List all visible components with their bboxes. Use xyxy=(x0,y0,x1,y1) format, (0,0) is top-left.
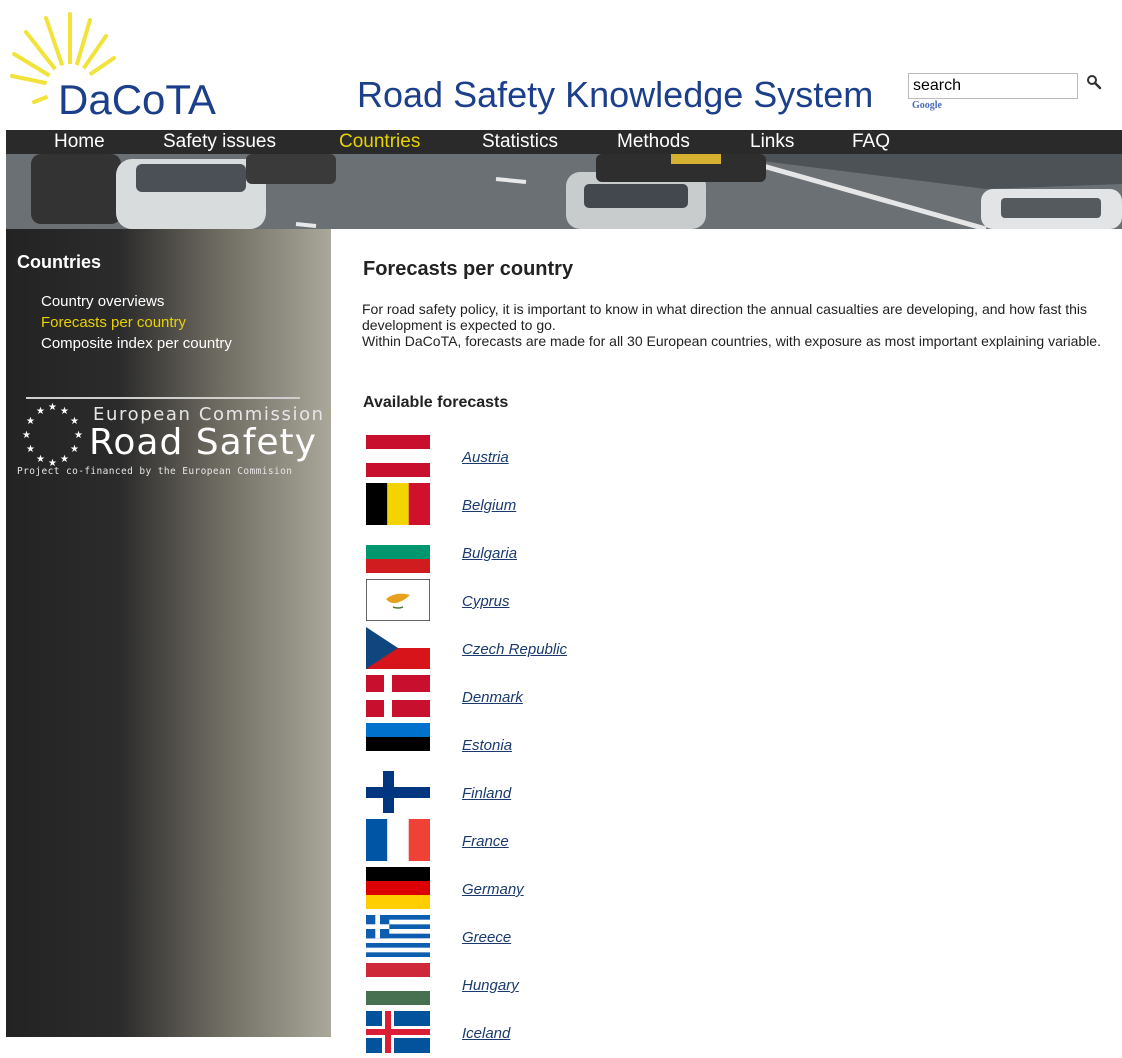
finland-flag-icon[interactable] xyxy=(366,771,430,813)
logo-divider xyxy=(26,397,300,399)
logo-text: DaCoTA xyxy=(58,76,216,123)
list-item: Estonia xyxy=(366,722,766,770)
ec-line2: Road Safety xyxy=(89,422,317,463)
list-item: Greece xyxy=(366,914,766,962)
sidebar: Countries Country overviews Forecasts pe… xyxy=(6,229,331,1037)
country-link-france[interactable]: France xyxy=(462,833,509,850)
list-item: Bulgaria xyxy=(366,530,766,578)
svg-text:★: ★ xyxy=(26,444,35,455)
estonia-flag-icon[interactable] xyxy=(366,723,430,765)
greece-flag-icon[interactable] xyxy=(366,915,430,957)
cyprus-flag-icon[interactable] xyxy=(366,579,430,621)
country-link-greece[interactable]: Greece xyxy=(462,929,511,946)
svg-text:★: ★ xyxy=(70,416,79,427)
ec-road-safety-logo[interactable]: ★ ★ ★ ★ ★ ★ ★ ★ ★ ★ ★ ★ European Commission Roa… xyxy=(16,394,323,484)
nav-safety-issues[interactable]: Safety issues xyxy=(163,131,276,153)
nav-statistics[interactable]: Statistics xyxy=(482,131,558,153)
list-item: Iceland xyxy=(366,1010,766,1058)
list-item: Austria xyxy=(366,434,766,482)
list-item: Finland xyxy=(366,770,766,818)
eu-stars-icon: ★ ★ ★ ★ ★ ★ ★ ★ ★ ★ ★ ★ xyxy=(22,402,83,466)
country-link-denmark[interactable]: Denmark xyxy=(462,689,523,706)
ec-line3: Project co-financed by the European Comm… xyxy=(17,466,293,477)
dacota-logo[interactable]: DaCoTA xyxy=(10,10,240,123)
nav-home[interactable]: Home xyxy=(54,131,105,153)
country-link-cyprus[interactable]: Cyprus xyxy=(462,593,510,610)
list-item: Hungary xyxy=(366,962,766,1010)
intro-paragraph-2: Within DaCoTA, forecasts are made for al… xyxy=(362,333,1101,349)
country-link-finland[interactable]: Finland xyxy=(462,785,511,802)
country-link-bulgaria[interactable]: Bulgaria xyxy=(462,545,517,562)
belgium-flag-icon[interactable] xyxy=(366,483,430,525)
svg-text:★: ★ xyxy=(70,444,79,455)
germany-flag-icon[interactable] xyxy=(366,867,430,909)
country-link-austria[interactable]: Austria xyxy=(462,449,509,466)
list-item: Czech Republic xyxy=(366,626,766,674)
search-input[interactable] xyxy=(908,73,1078,99)
svg-text:★: ★ xyxy=(60,406,69,417)
banner-image xyxy=(6,154,1122,229)
nav-faq[interactable]: FAQ xyxy=(852,131,890,153)
country-link-germany[interactable]: Germany xyxy=(462,881,524,898)
list-item: Denmark xyxy=(366,674,766,722)
country-link-hungary[interactable]: Hungary xyxy=(462,977,519,994)
site-title: Road Safety Knowledge System xyxy=(357,74,874,115)
search-icon[interactable] xyxy=(1086,74,1102,90)
svg-text:★: ★ xyxy=(74,430,83,441)
svg-text:★: ★ xyxy=(22,430,31,441)
sidebar-link-composite-index[interactable]: Composite index per country xyxy=(41,335,232,352)
available-forecasts-heading: Available forecasts xyxy=(363,394,509,411)
nav-links[interactable]: Links xyxy=(750,131,794,153)
country-link-estonia[interactable]: Estonia xyxy=(462,737,512,754)
country-list: Austria Belgium Bulgaria Cyprus Czech Re… xyxy=(366,434,766,1058)
svg-text:★: ★ xyxy=(48,402,57,413)
country-link-czech-republic[interactable]: Czech Republic xyxy=(462,641,567,658)
page-title: Forecasts per country xyxy=(363,258,574,280)
svg-text:★: ★ xyxy=(60,454,69,465)
nav-methods[interactable]: Methods xyxy=(617,131,690,153)
country-link-belgium[interactable]: Belgium xyxy=(462,497,516,514)
svg-text:★: ★ xyxy=(36,454,45,465)
intro-text: For road safety policy, it is important … xyxy=(362,301,1118,349)
sidebar-link-country-overviews[interactable]: Country overviews xyxy=(41,293,164,310)
austria-flag-icon[interactable] xyxy=(366,435,430,477)
main-nav: Home Safety issues Countries Statistics … xyxy=(6,130,1122,154)
svg-text:★: ★ xyxy=(48,458,57,466)
list-item: Cyprus xyxy=(366,578,766,626)
list-item: France xyxy=(366,818,766,866)
intro-paragraph-1: For road safety policy, it is important … xyxy=(362,301,1088,333)
bulgaria-flag-icon[interactable] xyxy=(366,531,430,573)
sidebar-title: Countries xyxy=(17,252,102,272)
sidebar-link-forecasts[interactable]: Forecasts per country xyxy=(41,314,186,331)
list-item: Germany xyxy=(366,866,766,914)
svg-text:★: ★ xyxy=(26,416,35,427)
google-branding: Google xyxy=(912,100,942,111)
svg-text:★: ★ xyxy=(36,406,45,417)
iceland-flag-icon[interactable] xyxy=(366,1011,430,1053)
country-link-iceland[interactable]: Iceland xyxy=(462,1025,510,1042)
list-item: Belgium xyxy=(366,482,766,530)
denmark-flag-icon[interactable] xyxy=(366,675,430,717)
hungary-flag-icon[interactable] xyxy=(366,963,430,1005)
france-flag-icon[interactable] xyxy=(366,819,430,861)
nav-countries[interactable]: Countries xyxy=(339,131,420,153)
czech-flag-icon[interactable] xyxy=(366,627,430,669)
